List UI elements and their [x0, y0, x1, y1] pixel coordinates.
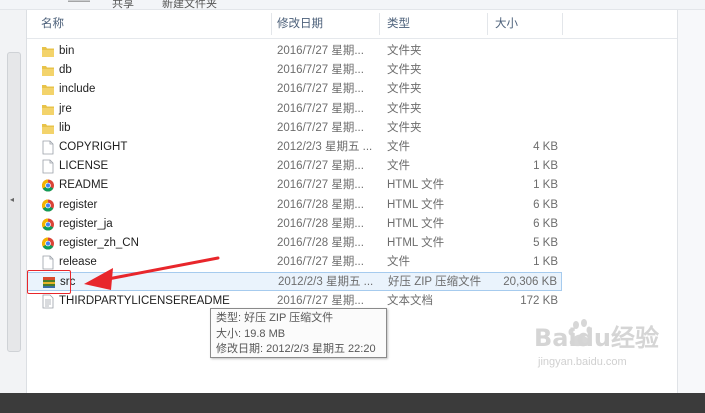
file-date: 2016/7/27 星期... [277, 45, 364, 57]
folder-icon [41, 44, 55, 59]
chrome-icon [41, 236, 55, 251]
folder-icon [41, 63, 55, 78]
tooltip-modified: 修改日期: 2012/2/3 星期五 22:20 [216, 343, 376, 355]
file-size: 5 KB [533, 237, 558, 249]
column-divider[interactable] [271, 13, 272, 35]
file-type: 文件夹 [387, 102, 422, 115]
file-type: 好压 ZIP 压缩文件 [388, 276, 482, 289]
file-type: 文件夹 [387, 121, 422, 134]
chrome-icon [41, 178, 55, 193]
text-file-icon [41, 294, 55, 309]
file-type: 文件 [387, 160, 410, 173]
watermark-url: jingyan.baidu.com [537, 356, 627, 368]
file-type: 文件 [387, 256, 410, 269]
file-name: bin [59, 45, 75, 57]
file-date: 2016/7/27 星期... [277, 121, 364, 134]
file-row[interactable]: include 2016/7/27 星期... 文件夹 [27, 80, 562, 99]
chrome-icon [41, 217, 55, 232]
file-name: lib [59, 121, 71, 134]
file-type: HTML 文件 [387, 217, 445, 230]
column-name[interactable]: 名称 [41, 10, 64, 38]
file-size: 6 KB [533, 217, 558, 230]
file-row[interactable]: db 2016/7/27 星期... 文件夹 [27, 61, 562, 80]
column-date[interactable]: 修改日期 [277, 10, 323, 38]
scroll-left-icon: ◂ [10, 195, 15, 204]
file-date: 2016/7/27 星期... [277, 102, 364, 115]
file-type: HTML 文件 [387, 198, 445, 211]
file-date: 2016/7/27 星期... [277, 160, 364, 173]
right-pane [677, 10, 705, 393]
file-date: 2016/7/28 星期... [277, 217, 364, 230]
file-row[interactable]: src 2012/2/3 星期五 ... 好压 ZIP 压缩文件 20,306 KB [27, 272, 562, 292]
file-size: 1 KB [533, 160, 558, 173]
file-name: LICENSE [59, 160, 109, 173]
file-size: 4 KB [533, 141, 558, 153]
file-type: 文件夹 [387, 45, 422, 57]
file-size: 6 KB [533, 198, 558, 211]
file-date: 2016/7/27 星期... [277, 179, 364, 192]
file-type: 文件 [387, 141, 410, 153]
bottom-bar [0, 393, 705, 413]
file-date: 2016/7/28 星期... [277, 237, 364, 249]
file-row[interactable]: release 2016/7/27 星期... 文件 1 KB [27, 253, 562, 272]
file-size: 20,306 KB [503, 276, 557, 289]
file-date: 2016/7/27 星期... [277, 64, 364, 77]
column-divider[interactable] [379, 13, 380, 35]
file-type: 文件夹 [387, 83, 422, 96]
folder-icon [41, 82, 55, 97]
column-divider[interactable] [487, 13, 488, 35]
nav-scrollbar[interactable]: ◂ [7, 52, 21, 352]
file-row[interactable]: jre 2016/7/27 星期... 文件夹 [27, 100, 562, 119]
file-name: README [59, 179, 109, 192]
column-type[interactable]: 类型 [387, 10, 410, 38]
file-row[interactable]: README 2016/7/27 星期... HTML 文件 1 KB [27, 176, 562, 195]
toolbar: —— 共享 新建文件夹 [0, 0, 705, 10]
file-row[interactable]: register 2016/7/28 星期... HTML 文件 6 KB [27, 196, 562, 215]
file-icon [41, 255, 55, 270]
tooltip-size: 大小: 19.8 MB [216, 327, 286, 340]
file-type: HTML 文件 [387, 237, 445, 249]
file-row[interactable]: lib 2016/7/27 星期... 文件夹 [27, 119, 562, 138]
file-size: 1 KB [533, 179, 558, 192]
file-name: db [59, 64, 72, 77]
file-date: 2012/2/3 星期五 ... [277, 141, 373, 153]
column-header: 名称 修改日期 类型 大小 [27, 10, 677, 39]
file-date: 2016/7/27 星期... [277, 83, 364, 96]
file-date: 2016/7/27 星期... [277, 256, 364, 269]
file-type: 文件夹 [387, 64, 422, 77]
toolbar-item-organize[interactable]: —— [68, 0, 90, 7]
file-name: register_zh_CN [59, 237, 139, 249]
file-name: register [59, 198, 98, 211]
file-row[interactable]: register_zh_CN 2016/7/28 星期... HTML 文件 5 KB [27, 234, 562, 253]
file-date: 2012/2/3 星期五 ... [278, 276, 374, 289]
folder-icon [41, 102, 55, 117]
file-size: 172 KB [520, 294, 558, 307]
navigation-pane: ◂ [0, 10, 27, 393]
file-date: 2016/7/28 星期... [277, 198, 364, 211]
file-icon [41, 159, 55, 174]
folder-icon [41, 121, 55, 136]
tooltip-type: 类型: 好压 ZIP 压缩文件 [216, 312, 334, 324]
file-type: HTML 文件 [387, 179, 445, 192]
file-icon [41, 140, 55, 155]
file-row[interactable]: bin 2016/7/27 星期... 文件夹 [27, 42, 562, 61]
file-type: 文本文档 [387, 294, 433, 307]
chrome-icon [41, 198, 55, 213]
file-name: register_ja [59, 217, 113, 230]
file-name: jre [59, 102, 72, 115]
file-name: COPYRIGHT [59, 141, 128, 153]
column-divider[interactable] [562, 13, 563, 35]
file-row[interactable]: COPYRIGHT 2012/2/3 星期五 ... 文件 4 KB [27, 138, 562, 157]
file-row[interactable]: LICENSE 2016/7/27 星期... 文件 1 KB [27, 157, 562, 176]
annotation-highlight [27, 270, 71, 294]
file-size: 1 KB [533, 256, 558, 269]
baidu-watermark: Baidu经验 jingyan.baidu.com [534, 319, 659, 368]
column-size[interactable]: 大小 [495, 10, 518, 38]
file-name: THIRDPARTYLICENSEREADME [59, 294, 230, 307]
watermark-brand: Baidu经验 [534, 324, 659, 352]
file-row[interactable]: register_ja 2016/7/28 星期... HTML 文件 6 KB [27, 215, 562, 234]
file-tooltip: 类型: 好压 ZIP 压缩文件 大小: 19.8 MB 修改日期: 2012/2… [210, 308, 387, 358]
file-name: include [59, 83, 96, 96]
